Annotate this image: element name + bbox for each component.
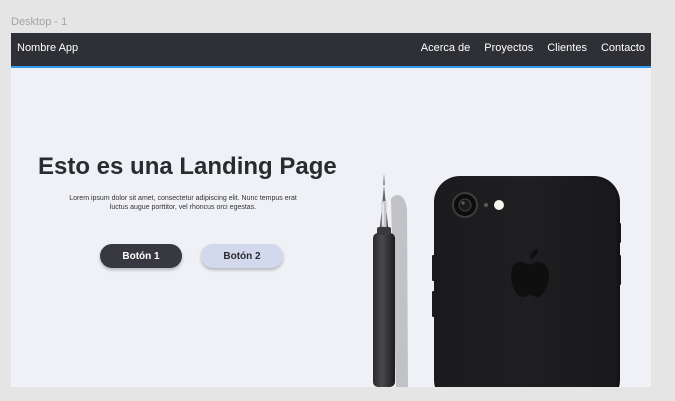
- pen-image: [373, 173, 408, 387]
- landing-page-artboard: Nombre App Acerca de Proyectos Clientes …: [11, 33, 651, 387]
- phone-image: [432, 176, 621, 387]
- artboard-label: Desktop - 1: [11, 16, 68, 28]
- hero-product-image: [373, 173, 621, 387]
